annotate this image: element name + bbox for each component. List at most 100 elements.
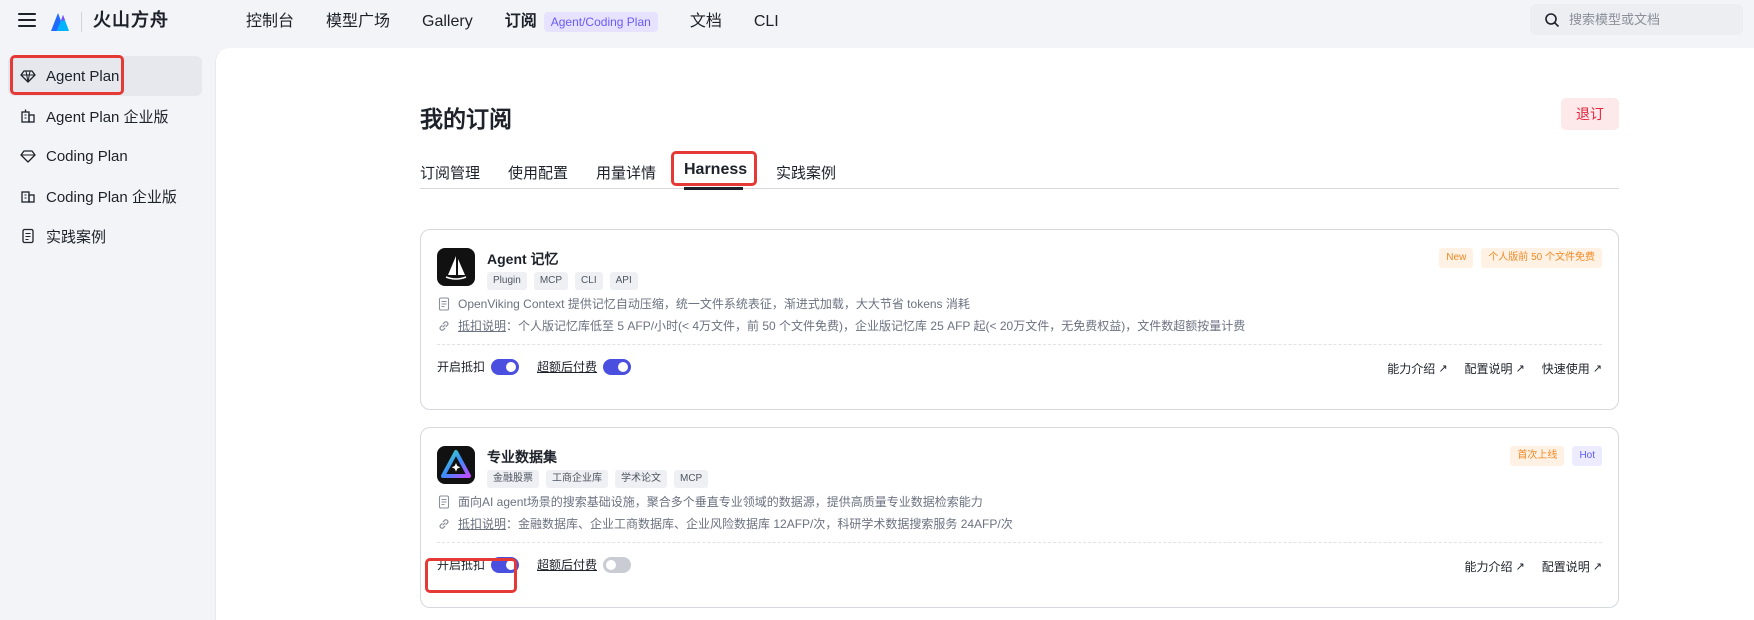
tag: Plugin [487,272,527,290]
link-icon [439,518,449,529]
tag: MCP [674,470,709,488]
sidebar-item-label: 实践案例 [46,228,107,246]
diamond-icon [20,70,36,83]
building-icon [21,109,35,123]
tag-list: Plugin MCP CLI API [487,272,645,290]
card-title: 专业数据集 [487,449,557,465]
external-arrow-icon: ↗ [1438,363,1448,375]
top-nav: 控制台 模型广场 Gallery 订阅 Agent/Coding Plan 文档… [246,10,811,34]
external-arrow-icon: ↗ [1592,363,1602,375]
unsubscribe-button[interactable]: 退订 [1561,98,1619,130]
nav-docs[interactable]: 文档 [690,11,722,33]
tab-usage-details[interactable]: 用量详情 [596,162,656,183]
new-badge: New [1439,248,1474,268]
sailboat-logo-icon [437,248,475,286]
deduct-link[interactable]: 抵扣说明 [458,317,506,334]
deduct-info: 抵扣说明 ：个人版记忆库低至 5 AFP/小时(< 4万文件，前 50 个文件免… [437,317,1245,334]
badge-list: New 个人版前 50 个文件免费 [1431,248,1602,268]
nav-subscription[interactable]: 订阅 [505,11,537,33]
tab-subscription-management[interactable]: 订阅管理 [420,162,480,183]
overage-pay-group: 超额后付费 [537,358,632,375]
nav-gallery[interactable]: Gallery [422,11,473,33]
service-card: 专业数据集 金融股票 工商企业库 学术论文 MCP 首次上线 Hot 面向AI … [420,427,1619,608]
first-launch-badge: 首次上线 [1510,446,1565,466]
document-icon [438,296,450,311]
document-icon [438,494,450,509]
hot-badge: Hot [1572,446,1602,466]
toggle-row: 开启抵扣 超额后付费 [437,358,649,375]
sidebar-item-agent-plan[interactable]: Agent Plan [8,56,202,96]
tag: 金融股票 [487,470,539,488]
sidebar-item-label: Agent Plan 企业版 [46,108,169,126]
config-guide-link[interactable]: 配置说明 ↗ [1465,360,1525,377]
sidebar-item-label: Agent Plan [46,67,120,85]
badge-list: 首次上线 Hot [1502,446,1602,466]
tag: 工商企业库 [546,470,608,488]
menu-icon[interactable] [18,13,36,31]
sidebar-item-agent-plan-enterprise[interactable]: Agent Plan 企业版 [8,96,202,136]
logo-divider [81,12,82,32]
description-text: OpenViking Context 提供记忆自动压缩，统一文件系统表征，渐进式… [458,297,970,311]
overage-pay-label[interactable]: 超额后付费 [537,358,597,375]
description-text: 面向AI agent场景的搜索基础设施，聚合多个垂直专业领域的数据源，提供高质量… [458,495,983,509]
nav-console[interactable]: 控制台 [246,11,294,33]
document-icon [22,228,34,244]
toggle-row: 开启抵扣 超额后付费 [437,556,649,573]
deduct-text: ：个人版记忆库低至 5 AFP/小时(< 4万文件，前 50 个文件免费)，企业… [506,319,1246,333]
card-description: 面向AI agent场景的搜索基础设施，聚合多个垂直专业领域的数据源，提供高质量… [437,493,983,510]
tag-list: 金融股票 工商企业库 学术论文 MCP [487,470,715,488]
card-links: 能力介绍 ↗ 配置说明 ↗ [1448,558,1602,575]
tag: API [609,272,638,290]
deduct-text: ：金融数据库、企业工商数据库、企业风险数据库 12AFP/次，科研学术数据搜索服… [506,517,1013,531]
sidebar-item-practice-cases[interactable]: 实践案例 [8,216,202,256]
quick-start-link[interactable]: 快速使用 ↗ [1542,360,1602,377]
divider [437,542,1602,543]
overage-pay-toggle[interactable] [603,358,632,375]
tag: CLI [575,272,603,290]
sidebar-item-coding-plan-enterprise[interactable]: Coding Plan 企业版 [8,176,202,216]
overage-pay-toggle[interactable] [603,556,632,573]
service-card: Agent 记忆 Plugin MCP CLI API New 个人版前 50 … [420,229,1619,410]
config-guide-link[interactable]: 配置说明 ↗ [1542,558,1602,575]
external-arrow-icon: ↗ [1515,561,1525,573]
sidebar-item-label: Coding Plan [46,147,128,165]
dataset-logo-icon [437,446,475,484]
diamond-icon [20,150,36,163]
free-badge: 个人版前 50 个文件免费 [1481,248,1602,268]
deduct-link[interactable]: 抵扣说明 [458,515,506,532]
capability-intro-link[interactable]: 能力介绍 ↗ [1387,360,1447,377]
link-icon [439,320,449,331]
external-arrow-icon: ↗ [1515,363,1525,375]
tag: MCP [533,272,569,290]
sidebar-item-coding-plan[interactable]: Coding Plan [8,136,202,176]
tab-practice-cases[interactable]: 实践案例 [776,162,836,183]
capability-intro-link[interactable]: 能力介绍 ↗ [1465,558,1525,575]
search-icon [1545,12,1560,27]
search-box[interactable] [1530,4,1743,35]
tab-harness[interactable]: Harness [684,161,747,179]
tab-underline [684,187,743,190]
enable-deduct-toggle[interactable] [491,358,520,375]
brand-name[interactable]: 火山方舟 [93,9,169,31]
enable-deduct-group: 开启抵扣 [437,358,520,375]
logo-icon [51,13,69,31]
nav-cli[interactable]: CLI [754,11,779,33]
search-input[interactable] [1569,12,1739,27]
enable-deduct-label: 开启抵扣 [437,558,486,572]
enable-deduct-toggle[interactable] [491,556,520,573]
nav-subscription-pill: Agent/Coding Plan [543,12,658,32]
overage-pay-label[interactable]: 超额后付费 [537,556,597,573]
deduct-info: 抵扣说明 ：金融数据库、企业工商数据库、企业风险数据库 12AFP/次，科研学术… [437,515,1013,532]
tab-bar: 订阅管理 使用配置 用量详情 Harness 实践案例 [420,154,1619,190]
page-title: 我的订阅 [420,106,512,132]
card-links: 能力介绍 ↗ 配置说明 ↗ 快速使用 ↗ [1370,360,1602,377]
divider [437,344,1602,345]
top-bar: 火山方舟 控制台 模型广场 Gallery 订阅 Agent/Coding Pl… [0,0,1754,46]
nav-model-square[interactable]: 模型广场 [326,11,390,33]
main-content: 我的订阅 退订 订阅管理 使用配置 用量详情 Harness 实践案例 Agen… [215,48,1754,620]
tab-usage-config[interactable]: 使用配置 [508,162,568,183]
overage-pay-group: 超额后付费 [537,556,632,573]
building-icon [21,191,35,203]
card-description: OpenViking Context 提供记忆自动压缩，统一文件系统表征，渐进式… [437,295,970,312]
card-title: Agent 记忆 [487,251,559,267]
